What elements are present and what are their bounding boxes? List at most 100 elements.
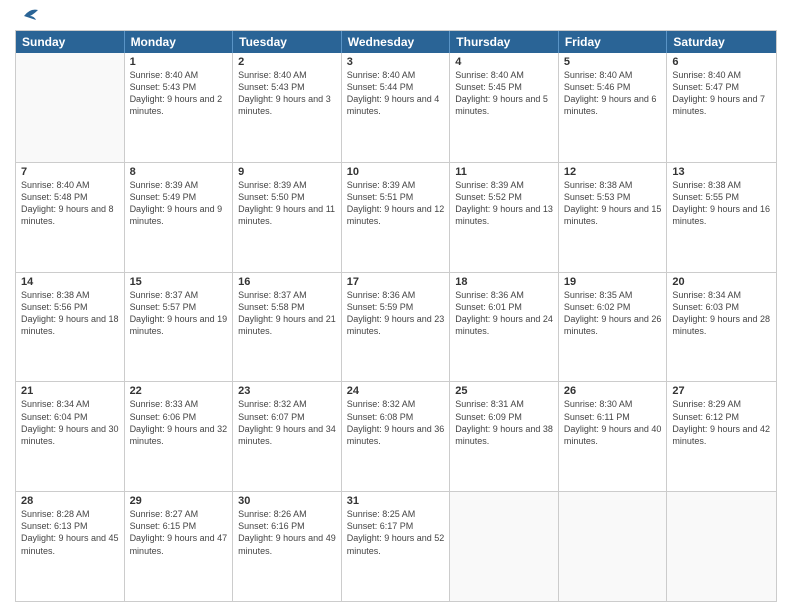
cell-details: Sunrise: 8:40 AM Sunset: 5:45 PM Dayligh…	[455, 69, 553, 118]
calendar-week-5: 28Sunrise: 8:28 AM Sunset: 6:13 PM Dayli…	[16, 492, 776, 601]
calendar-cell: 12Sunrise: 8:38 AM Sunset: 5:53 PM Dayli…	[559, 163, 668, 272]
cell-details: Sunrise: 8:29 AM Sunset: 6:12 PM Dayligh…	[672, 398, 771, 447]
cell-details: Sunrise: 8:36 AM Sunset: 5:59 PM Dayligh…	[347, 289, 445, 338]
calendar-cell: 11Sunrise: 8:39 AM Sunset: 5:52 PM Dayli…	[450, 163, 559, 272]
cell-details: Sunrise: 8:34 AM Sunset: 6:03 PM Dayligh…	[672, 289, 771, 338]
day-header-friday: Friday	[559, 31, 668, 53]
day-number: 1	[130, 56, 228, 68]
day-number: 12	[564, 166, 662, 178]
calendar-cell	[16, 53, 125, 162]
calendar-cell: 16Sunrise: 8:37 AM Sunset: 5:58 PM Dayli…	[233, 273, 342, 382]
calendar-cell: 1Sunrise: 8:40 AM Sunset: 5:43 PM Daylig…	[125, 53, 234, 162]
day-number: 21	[21, 385, 119, 397]
calendar-cell: 20Sunrise: 8:34 AM Sunset: 6:03 PM Dayli…	[667, 273, 776, 382]
calendar-cell: 17Sunrise: 8:36 AM Sunset: 5:59 PM Dayli…	[342, 273, 451, 382]
day-number: 3	[347, 56, 445, 68]
calendar-cell: 30Sunrise: 8:26 AM Sunset: 6:16 PM Dayli…	[233, 492, 342, 601]
day-number: 20	[672, 276, 771, 288]
cell-details: Sunrise: 8:40 AM Sunset: 5:47 PM Dayligh…	[672, 69, 771, 118]
cell-details: Sunrise: 8:26 AM Sunset: 6:16 PM Dayligh…	[238, 508, 336, 557]
calendar-cell: 7Sunrise: 8:40 AM Sunset: 5:48 PM Daylig…	[16, 163, 125, 272]
calendar-cell: 5Sunrise: 8:40 AM Sunset: 5:46 PM Daylig…	[559, 53, 668, 162]
calendar-header: SundayMondayTuesdayWednesdayThursdayFrid…	[16, 31, 776, 53]
cell-details: Sunrise: 8:39 AM Sunset: 5:50 PM Dayligh…	[238, 179, 336, 228]
cell-details: Sunrise: 8:28 AM Sunset: 6:13 PM Dayligh…	[21, 508, 119, 557]
calendar-cell: 26Sunrise: 8:30 AM Sunset: 6:11 PM Dayli…	[559, 382, 668, 491]
day-number: 28	[21, 495, 119, 507]
cell-details: Sunrise: 8:39 AM Sunset: 5:52 PM Dayligh…	[455, 179, 553, 228]
day-number: 31	[347, 495, 445, 507]
calendar-cell: 13Sunrise: 8:38 AM Sunset: 5:55 PM Dayli…	[667, 163, 776, 272]
cell-details: Sunrise: 8:33 AM Sunset: 6:06 PM Dayligh…	[130, 398, 228, 447]
cell-details: Sunrise: 8:31 AM Sunset: 6:09 PM Dayligh…	[455, 398, 553, 447]
cell-details: Sunrise: 8:40 AM Sunset: 5:43 PM Dayligh…	[130, 69, 228, 118]
day-number: 24	[347, 385, 445, 397]
calendar-cell: 23Sunrise: 8:32 AM Sunset: 6:07 PM Dayli…	[233, 382, 342, 491]
day-number: 26	[564, 385, 662, 397]
calendar-cell: 9Sunrise: 8:39 AM Sunset: 5:50 PM Daylig…	[233, 163, 342, 272]
day-number: 27	[672, 385, 771, 397]
day-header-saturday: Saturday	[667, 31, 776, 53]
day-number: 10	[347, 166, 445, 178]
day-number: 17	[347, 276, 445, 288]
calendar-cell: 18Sunrise: 8:36 AM Sunset: 6:01 PM Dayli…	[450, 273, 559, 382]
calendar-week-1: 1Sunrise: 8:40 AM Sunset: 5:43 PM Daylig…	[16, 53, 776, 163]
day-header-thursday: Thursday	[450, 31, 559, 53]
header	[15, 10, 777, 24]
day-number: 2	[238, 56, 336, 68]
cell-details: Sunrise: 8:37 AM Sunset: 5:57 PM Dayligh…	[130, 289, 228, 338]
cell-details: Sunrise: 8:39 AM Sunset: 5:51 PM Dayligh…	[347, 179, 445, 228]
calendar-cell: 15Sunrise: 8:37 AM Sunset: 5:57 PM Dayli…	[125, 273, 234, 382]
calendar-cell: 25Sunrise: 8:31 AM Sunset: 6:09 PM Dayli…	[450, 382, 559, 491]
cell-details: Sunrise: 8:39 AM Sunset: 5:49 PM Dayligh…	[130, 179, 228, 228]
cell-details: Sunrise: 8:25 AM Sunset: 6:17 PM Dayligh…	[347, 508, 445, 557]
cell-details: Sunrise: 8:32 AM Sunset: 6:08 PM Dayligh…	[347, 398, 445, 447]
day-number: 29	[130, 495, 228, 507]
day-number: 5	[564, 56, 662, 68]
day-number: 6	[672, 56, 771, 68]
calendar-cell: 28Sunrise: 8:28 AM Sunset: 6:13 PM Dayli…	[16, 492, 125, 601]
day-number: 19	[564, 276, 662, 288]
calendar-week-2: 7Sunrise: 8:40 AM Sunset: 5:48 PM Daylig…	[16, 163, 776, 273]
logo	[15, 10, 38, 24]
calendar-body: 1Sunrise: 8:40 AM Sunset: 5:43 PM Daylig…	[16, 53, 776, 601]
day-number: 8	[130, 166, 228, 178]
cell-details: Sunrise: 8:27 AM Sunset: 6:15 PM Dayligh…	[130, 508, 228, 557]
calendar-cell: 14Sunrise: 8:38 AM Sunset: 5:56 PM Dayli…	[16, 273, 125, 382]
calendar-cell	[559, 492, 668, 601]
cell-details: Sunrise: 8:37 AM Sunset: 5:58 PM Dayligh…	[238, 289, 336, 338]
day-number: 11	[455, 166, 553, 178]
calendar-cell: 8Sunrise: 8:39 AM Sunset: 5:49 PM Daylig…	[125, 163, 234, 272]
calendar-cell: 31Sunrise: 8:25 AM Sunset: 6:17 PM Dayli…	[342, 492, 451, 601]
calendar-cell: 21Sunrise: 8:34 AM Sunset: 6:04 PM Dayli…	[16, 382, 125, 491]
cell-details: Sunrise: 8:40 AM Sunset: 5:44 PM Dayligh…	[347, 69, 445, 118]
day-number: 14	[21, 276, 119, 288]
calendar-cell: 29Sunrise: 8:27 AM Sunset: 6:15 PM Dayli…	[125, 492, 234, 601]
day-number: 15	[130, 276, 228, 288]
calendar-cell: 22Sunrise: 8:33 AM Sunset: 6:06 PM Dayli…	[125, 382, 234, 491]
day-header-sunday: Sunday	[16, 31, 125, 53]
cell-details: Sunrise: 8:40 AM Sunset: 5:48 PM Dayligh…	[21, 179, 119, 228]
day-number: 4	[455, 56, 553, 68]
cell-details: Sunrise: 8:32 AM Sunset: 6:07 PM Dayligh…	[238, 398, 336, 447]
calendar-cell: 19Sunrise: 8:35 AM Sunset: 6:02 PM Dayli…	[559, 273, 668, 382]
cell-details: Sunrise: 8:34 AM Sunset: 6:04 PM Dayligh…	[21, 398, 119, 447]
day-number: 30	[238, 495, 336, 507]
day-header-monday: Monday	[125, 31, 234, 53]
logo-bird-icon	[16, 6, 38, 26]
calendar-cell: 6Sunrise: 8:40 AM Sunset: 5:47 PM Daylig…	[667, 53, 776, 162]
day-header-tuesday: Tuesday	[233, 31, 342, 53]
cell-details: Sunrise: 8:38 AM Sunset: 5:55 PM Dayligh…	[672, 179, 771, 228]
day-number: 13	[672, 166, 771, 178]
cell-details: Sunrise: 8:30 AM Sunset: 6:11 PM Dayligh…	[564, 398, 662, 447]
calendar-cell: 24Sunrise: 8:32 AM Sunset: 6:08 PM Dayli…	[342, 382, 451, 491]
calendar-cell: 27Sunrise: 8:29 AM Sunset: 6:12 PM Dayli…	[667, 382, 776, 491]
day-number: 7	[21, 166, 119, 178]
calendar-cell	[667, 492, 776, 601]
calendar-page: SundayMondayTuesdayWednesdayThursdayFrid…	[0, 0, 792, 612]
calendar-cell: 3Sunrise: 8:40 AM Sunset: 5:44 PM Daylig…	[342, 53, 451, 162]
day-number: 23	[238, 385, 336, 397]
cell-details: Sunrise: 8:40 AM Sunset: 5:43 PM Dayligh…	[238, 69, 336, 118]
cell-details: Sunrise: 8:38 AM Sunset: 5:53 PM Dayligh…	[564, 179, 662, 228]
calendar-cell: 2Sunrise: 8:40 AM Sunset: 5:43 PM Daylig…	[233, 53, 342, 162]
